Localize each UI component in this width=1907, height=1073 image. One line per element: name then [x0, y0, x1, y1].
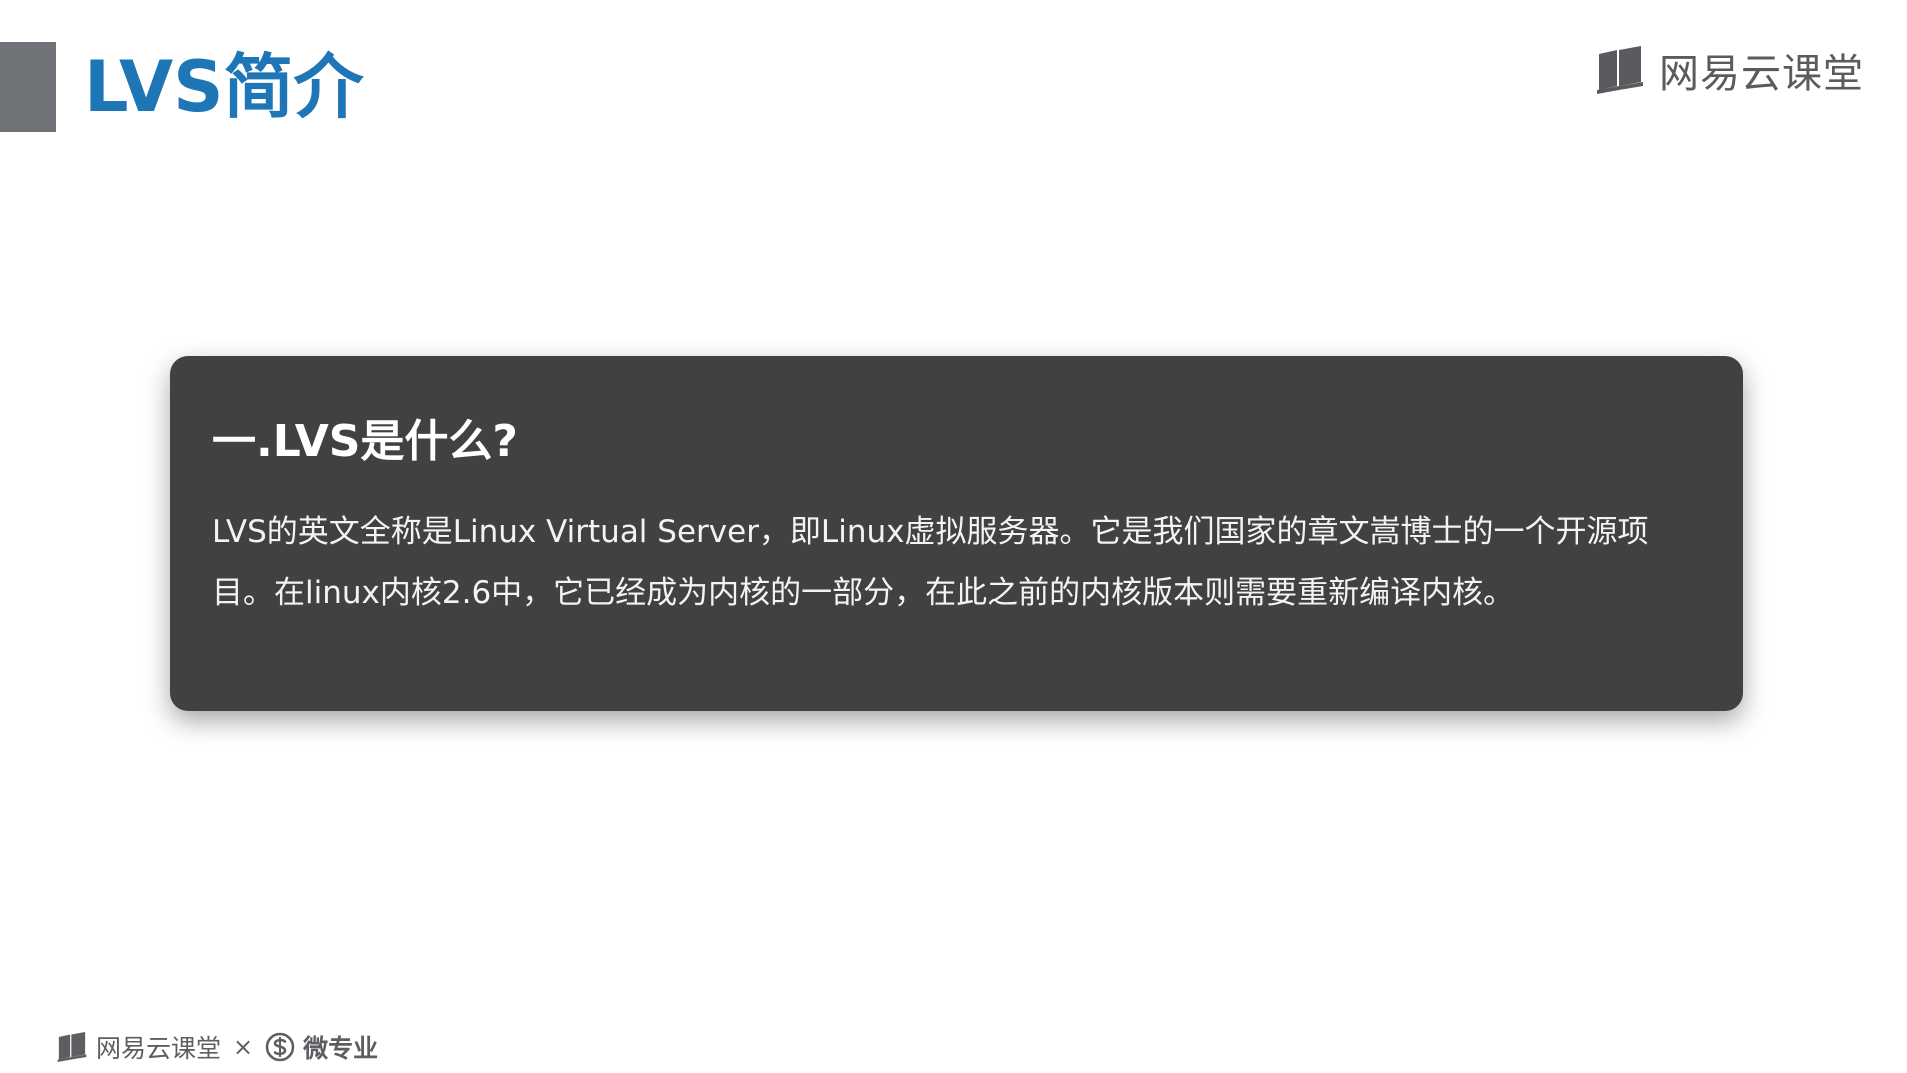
footer-branding: 网易云课堂 × 微专业: [56, 1028, 378, 1066]
content-card: 一.LVS是什么? LVS的英文全称是Linux Virtual Server，…: [170, 356, 1743, 711]
title-accent-bar: [0, 42, 56, 132]
footer-brand-name: 网易云课堂: [96, 1034, 222, 1063]
s-circle-logo-icon: [265, 1032, 295, 1062]
card-heading: 一.LVS是什么?: [212, 416, 518, 467]
footer-separator: ×: [233, 1033, 254, 1061]
card-body-text: LVS的英文全称是Linux Virtual Server，即Linux虚拟服务…: [212, 514, 1649, 611]
footer-partner-name: 微专业: [303, 1034, 379, 1063]
book-logo-icon: [1597, 46, 1643, 94]
brand-name: 网易云课堂: [1659, 51, 1864, 97]
slide-title: LVS简介: [84, 46, 364, 128]
book-logo-icon: [57, 1032, 87, 1062]
slide: LVS简介 网易云课堂 一.LVS是什么? LVS的英文全称是Linux Vir…: [0, 0, 1907, 1073]
brand-header: 网易云课堂: [1595, 42, 1864, 98]
